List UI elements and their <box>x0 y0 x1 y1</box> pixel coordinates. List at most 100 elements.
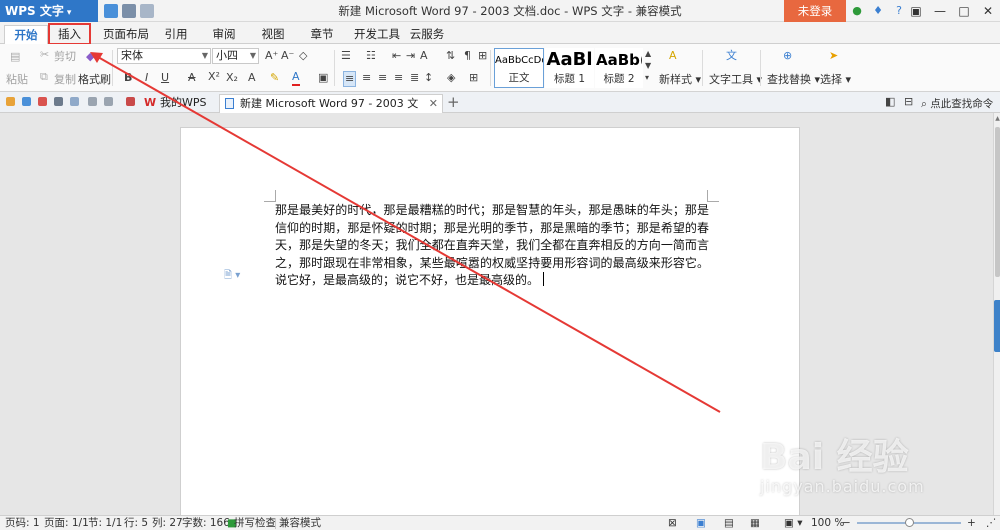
find-command-box[interactable]: ⌕ 点此查找命令 <box>921 96 993 111</box>
find-replace-button[interactable]: 查找替换 ▾ <box>767 71 820 87</box>
font-color-icon[interactable]: A <box>292 70 300 86</box>
char-border-icon[interactable]: ▣ <box>318 71 328 85</box>
shading-icon[interactable]: ◈ <box>447 71 455 85</box>
text-tools-button[interactable]: 文字工具 ▾ <box>709 71 762 87</box>
pdf-icon[interactable] <box>38 97 47 106</box>
tab-cloud[interactable]: 云服务 <box>405 25 449 44</box>
open-icon[interactable] <box>6 97 15 106</box>
format-painter-button[interactable]: 格式刷 <box>78 71 111 87</box>
tab-my-wps[interactable]: W 我的WPS <box>140 94 218 113</box>
new-tab-icon[interactable]: + <box>447 94 460 110</box>
bullet-list-icon[interactable]: ☰ <box>341 49 351 63</box>
text-effect-icon[interactable]: A <box>248 71 256 85</box>
style-heading-1[interactable]: AaBl 标题 1 <box>545 48 594 88</box>
bold-icon[interactable]: B <box>124 71 132 85</box>
preview-icon[interactable] <box>70 97 79 106</box>
underline-icon[interactable]: U <box>161 71 169 85</box>
document-page[interactable]: 🗎 ▾ 那是最美好的时代，那是最糟糕的时代；那是智慧的年头，那是愚昧的年头；那是… <box>180 127 800 515</box>
zoom-slider-thumb[interactable] <box>905 518 914 527</box>
undo-icon[interactable] <box>88 97 97 106</box>
undo-icon[interactable] <box>140 4 154 18</box>
status-words[interactable]: 字数: 166 <box>182 516 230 530</box>
cut-button[interactable]: 剪切 <box>54 48 76 64</box>
outdent-icon[interactable]: ⇤ <box>392 49 401 63</box>
web-view-icon[interactable]: ▦ <box>750 516 760 530</box>
status-spell-check[interactable]: 拼写检查 <box>234 516 276 530</box>
italic-icon[interactable]: I <box>145 71 148 85</box>
tab-section[interactable]: 章节 <box>306 25 338 44</box>
grow-font-icon[interactable]: A⁺ <box>265 49 278 63</box>
align-center-icon[interactable]: ≡ <box>362 71 371 85</box>
tab-home[interactable]: 开始 <box>4 25 48 44</box>
document-body[interactable]: 那是最美好的时代，那是最糟糕的时代；那是智慧的年头，那是愚昧的年头；那是信仰的时… <box>275 202 709 290</box>
table-borders-icon[interactable]: ⊞ <box>478 49 487 63</box>
status-pages[interactable]: 页面: 1/1 <box>44 516 89 530</box>
page-view-icon[interactable]: ▣ <box>696 516 706 530</box>
highlight-icon[interactable]: ✎ <box>270 71 279 85</box>
distribute-icon[interactable]: ≣ <box>410 71 419 85</box>
show-marks-icon[interactable]: ¶ <box>464 49 471 63</box>
status-section[interactable]: 节: 1/1 <box>88 516 122 530</box>
styles-scroll-icon[interactable]: ▲ ▼ ▾ <box>645 48 651 84</box>
restore-icon[interactable]: ▣ <box>904 0 928 22</box>
sort-icon[interactable]: ⇅ <box>446 49 455 63</box>
side-panel-handle[interactable] <box>994 300 1000 352</box>
superscript-icon[interactable]: X² <box>208 70 220 84</box>
copy-button[interactable]: 复制 <box>54 71 76 87</box>
wps-menu-button[interactable]: WPS 文字 ▾ <box>0 0 98 22</box>
font-family-select[interactable]: 宋体 ▼ <box>117 48 211 64</box>
numbered-list-icon[interactable]: ☷ <box>366 49 376 63</box>
tab-references[interactable]: 引用 <box>160 25 192 44</box>
strikethrough-icon[interactable]: A <box>188 71 196 85</box>
style-heading-2[interactable]: AaBb( 标题 2 <box>595 48 643 88</box>
redo-icon[interactable] <box>104 97 113 106</box>
font-size-select[interactable]: 小四 ▼ <box>212 48 259 64</box>
align-left-icon[interactable]: ≡ <box>343 71 357 87</box>
zoom-slider[interactable] <box>857 518 961 527</box>
tab-page-layout[interactable]: 页面布局 <box>100 25 152 44</box>
tab-document[interactable]: 新建 Microsoft Word 97 - 2003 文档.doc ✕ <box>219 94 443 127</box>
paste-button[interactable]: 粘贴 <box>6 71 28 87</box>
style-normal[interactable]: AaBbCcDd 正文 <box>494 48 544 88</box>
justify-icon[interactable]: ≡ <box>394 71 403 85</box>
close-tab-icon[interactable]: ✕ <box>429 95 438 112</box>
zoom-level[interactable]: 100 % <box>811 516 844 530</box>
paragraph-layout-icon[interactable]: 🗎 ▾ <box>224 268 240 285</box>
subscript-icon[interactable]: X₂ <box>226 71 238 85</box>
scroll-thumb[interactable] <box>995 127 1000 277</box>
focus-mode-icon[interactable]: ⊠ <box>668 516 677 530</box>
close-icon[interactable]: ✕ <box>976 0 1000 22</box>
print-icon[interactable] <box>54 97 63 106</box>
tab-review[interactable]: 审阅 <box>208 25 240 44</box>
save-icon[interactable] <box>104 4 118 18</box>
minimize-icon[interactable]: — <box>928 0 952 22</box>
tab-developer[interactable]: 开发工具 <box>350 25 404 44</box>
select-button[interactable]: 选择 ▾ <box>820 71 851 87</box>
tab-view[interactable]: 视图 <box>257 25 289 44</box>
clear-format-icon[interactable]: ◇ <box>299 49 307 63</box>
scroll-up-icon[interactable]: ▲ <box>994 115 1000 122</box>
tab-insert[interactable]: 插入 <box>48 23 91 45</box>
print-icon[interactable] <box>122 4 136 18</box>
save-icon[interactable] <box>22 97 31 106</box>
format-painter-icon[interactable]: ◆ <box>86 50 94 64</box>
outline-view-icon[interactable]: ▤ <box>724 516 734 530</box>
line-spacing-icon[interactable]: ↕ <box>424 71 433 85</box>
new-style-button[interactable]: 新样式 ▾ <box>659 71 701 87</box>
status-page-code[interactable]: 页码: 1 <box>5 516 40 530</box>
login-button[interactable]: 未登录 <box>784 0 846 22</box>
zoom-out-icon[interactable]: − <box>842 516 851 530</box>
resize-grip-icon[interactable]: ⋰ <box>986 516 997 530</box>
read-view-icon[interactable]: ▣ ▾ <box>784 516 803 530</box>
shirt-icon[interactable]: ♦ <box>871 3 885 18</box>
asian-layout-icon[interactable]: A <box>420 49 428 63</box>
align-right-icon[interactable]: ≡ <box>378 71 387 85</box>
skin-icon[interactable]: ● <box>850 3 864 18</box>
maximize-icon[interactable]: □ <box>952 0 976 22</box>
border-icon[interactable]: ⊞ <box>469 71 478 85</box>
indent-icon[interactable]: ⇥ <box>406 49 415 63</box>
tab-list-icon[interactable] <box>126 97 135 106</box>
minimize-ribbon-icon[interactable]: ⊟ <box>904 95 913 109</box>
shrink-font-icon[interactable]: A⁻ <box>281 49 294 63</box>
panel-icon[interactable]: ◧ <box>885 95 895 109</box>
